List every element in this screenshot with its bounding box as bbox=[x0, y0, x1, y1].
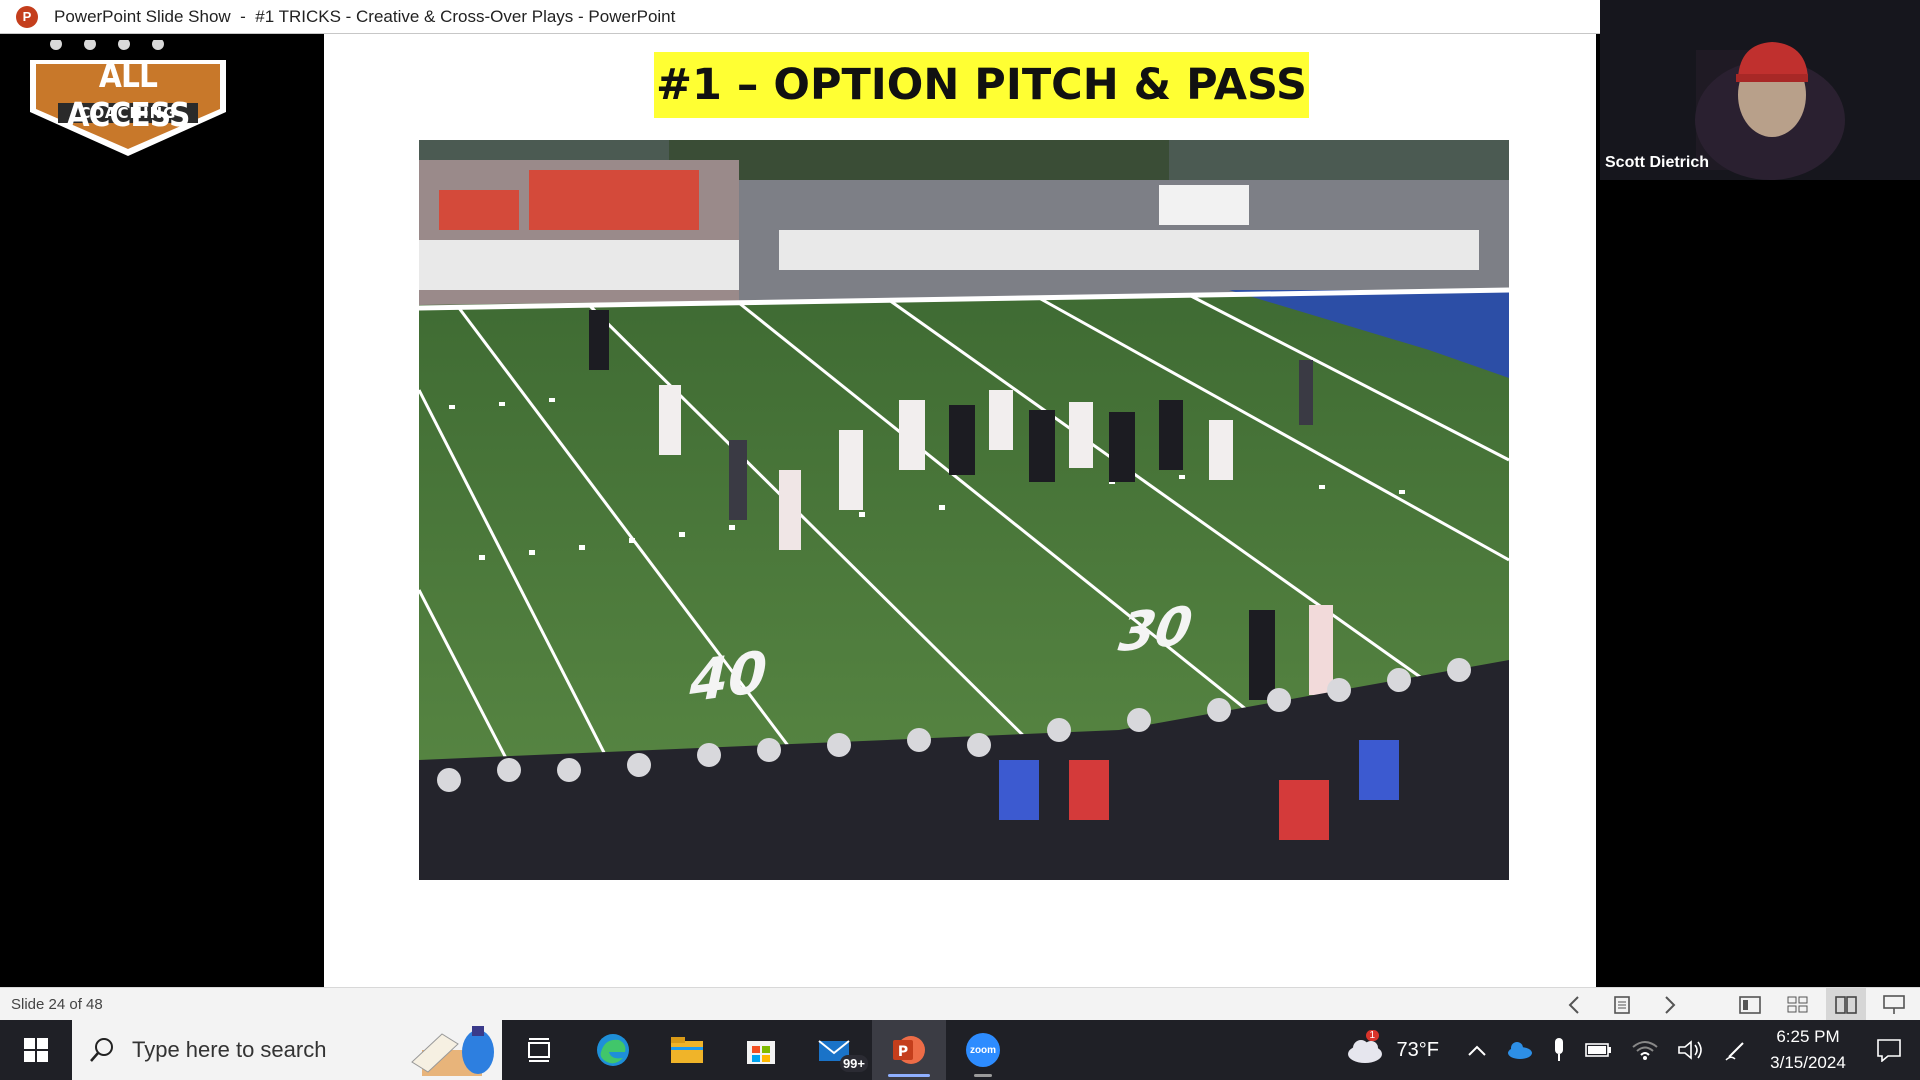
window-title: PowerPoint Slide Show - #1 TRICKS - Crea… bbox=[54, 6, 676, 26]
right-letterbox: Scott Dietrich bbox=[1600, 0, 1920, 987]
taskbar-search-box[interactable]: Type here to search bbox=[72, 1020, 502, 1080]
slide-sorter-icon[interactable] bbox=[1778, 988, 1818, 1021]
slideshow-status-bar: Slide 24 of 48 bbox=[0, 987, 1920, 1021]
pen-ink-icon[interactable] bbox=[1714, 1020, 1758, 1080]
participant-video[interactable]: Scott Dietrich bbox=[1600, 0, 1920, 180]
mail-icon[interactable]: 99+ bbox=[798, 1020, 872, 1080]
notification-center-icon[interactable] bbox=[1858, 1020, 1920, 1080]
show-hidden-icons-icon[interactable] bbox=[1458, 1020, 1496, 1080]
previous-slide-icon[interactable] bbox=[1554, 988, 1594, 1021]
task-view-icon[interactable] bbox=[502, 1020, 576, 1080]
taskbar-clock[interactable]: 6:25 PM 3/15/2024 bbox=[1758, 1024, 1858, 1076]
svg-text:P: P bbox=[898, 1044, 908, 1060]
football-game-video[interactable]: 40 30 bbox=[419, 140, 1509, 880]
onedrive-icon[interactable] bbox=[1496, 1020, 1542, 1080]
next-slide-icon[interactable] bbox=[1650, 988, 1690, 1021]
mail-badge: 99+ bbox=[839, 1055, 868, 1072]
slide-show-icon[interactable] bbox=[1874, 988, 1914, 1021]
participant-name: Scott Dietrich bbox=[1605, 154, 1710, 171]
normal-view-icon[interactable] bbox=[1730, 988, 1770, 1021]
network-wifi-icon[interactable] bbox=[1622, 1020, 1668, 1080]
zoom-icon[interactable]: zoom bbox=[946, 1020, 1020, 1080]
search-highlight-art-icon bbox=[411, 1026, 494, 1076]
cloud-icon bbox=[1347, 1040, 1382, 1063]
edge-icon[interactable] bbox=[576, 1020, 650, 1080]
slide-title: #1 – OPTION PITCH & PASS bbox=[654, 52, 1309, 118]
logo-text-line2: COACHING bbox=[79, 104, 177, 122]
windows-taskbar: Type here to search 99+ P zoom 1 73°F 6:… bbox=[0, 1020, 1920, 1080]
slide-canvas: #1 – OPTION PITCH & PASS 40 30 bbox=[324, 34, 1596, 987]
left-letterbox bbox=[0, 34, 324, 987]
battery-icon[interactable] bbox=[1576, 1020, 1622, 1080]
powerpoint-icon: P bbox=[16, 5, 38, 28]
search-icon bbox=[90, 1038, 113, 1062]
reading-view-icon[interactable] bbox=[1826, 988, 1866, 1021]
system-tray: 1 73°F 6:25 PM 3/15/2024 bbox=[1336, 1020, 1920, 1080]
all-access-coaching-logo: ALL ACCESS COACHING bbox=[28, 38, 228, 158]
weather-alert-badge: 1 bbox=[1365, 1030, 1380, 1041]
window-title-bar: P PowerPoint Slide Show - #1 TRICKS - Cr… bbox=[0, 0, 1600, 34]
clock-time: 6:25 PM bbox=[1776, 1027, 1840, 1046]
zoom-icon-label: zoom bbox=[969, 1044, 997, 1056]
windows-start-icon[interactable] bbox=[0, 1020, 72, 1080]
weather-widget[interactable]: 1 73°F bbox=[1336, 1020, 1448, 1080]
volume-icon[interactable] bbox=[1668, 1020, 1714, 1080]
slide-counter: Slide 24 of 48 bbox=[11, 995, 103, 1013]
powerpoint-taskbar-icon[interactable]: P bbox=[872, 1020, 946, 1080]
weather-temperature: 73°F bbox=[1396, 1038, 1439, 1061]
microsoft-store-icon[interactable] bbox=[724, 1020, 798, 1080]
microphone-icon[interactable] bbox=[1542, 1020, 1576, 1080]
slide-menu-icon[interactable] bbox=[1602, 988, 1642, 1021]
file-explorer-icon[interactable] bbox=[650, 1020, 724, 1080]
logo-text-line1: ALL ACCESS bbox=[66, 56, 191, 134]
clock-date: 3/15/2024 bbox=[1770, 1053, 1846, 1072]
search-placeholder: Type here to search bbox=[132, 1037, 327, 1062]
